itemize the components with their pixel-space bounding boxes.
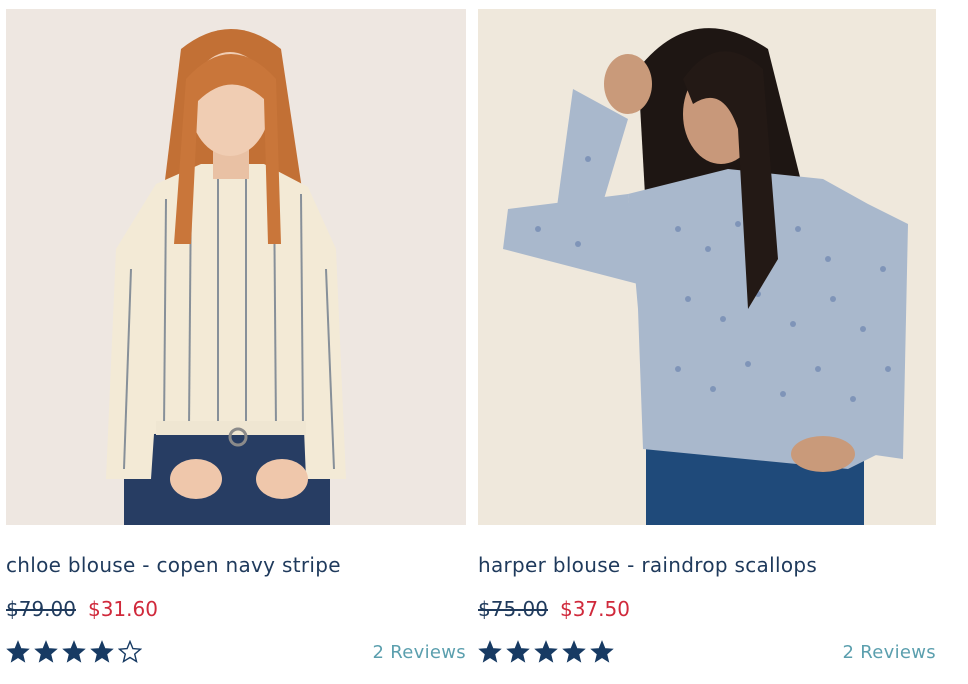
original-price: $75.00 (478, 597, 548, 621)
price-block: $79.00 $31.60 (6, 597, 466, 621)
star-rating (478, 640, 614, 664)
star-filled-icon (62, 640, 86, 663)
original-price: $79.00 (6, 597, 76, 621)
product-title[interactable]: chloe blouse - copen navy stripe (6, 553, 466, 577)
price-block: $75.00 $37.50 (478, 597, 936, 621)
reviews-link[interactable]: 2 Reviews (373, 642, 466, 663)
star-filled-icon (534, 640, 558, 663)
product-card-chloe-blouse[interactable]: chloe blouse - copen navy stripe $79.00 … (6, 9, 466, 667)
sale-price: $31.60 (87, 597, 158, 621)
product-image-chloe-blouse[interactable] (6, 9, 466, 525)
product-grid: chloe blouse - copen navy stripe $79.00 … (6, 9, 936, 667)
product-card-harper-blouse[interactable]: harper blouse - raindrop scallops $75.00… (478, 9, 936, 667)
rating-row: 2 Reviews (6, 637, 466, 667)
product-image-harper-blouse[interactable] (478, 9, 936, 525)
product-title[interactable]: harper blouse - raindrop scallops (478, 553, 936, 577)
star-filled-icon (90, 640, 114, 663)
star-filled-icon (562, 640, 586, 663)
star-filled-icon (506, 640, 530, 663)
rating-row: 2 Reviews (478, 637, 936, 667)
star-filled-icon (590, 640, 614, 663)
star-filled-icon (6, 640, 30, 663)
star-rating (6, 640, 142, 664)
sale-price: $37.50 (559, 597, 630, 621)
star-filled-icon (34, 640, 58, 663)
star-outline-icon (118, 640, 142, 663)
star-filled-icon (478, 640, 502, 663)
reviews-link[interactable]: 2 Reviews (843, 642, 936, 663)
